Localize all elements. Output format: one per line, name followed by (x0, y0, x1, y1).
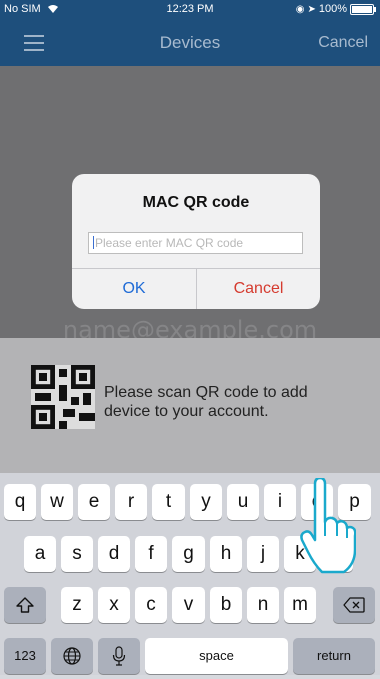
key-f[interactable]: f (135, 536, 167, 572)
qr-code-icon (31, 365, 95, 429)
mac-qr-dialog: MAC QR code Please enter MAC QR code OK … (72, 174, 320, 309)
key-s[interactable]: s (61, 536, 93, 572)
dictation-key[interactable] (98, 638, 140, 674)
location-icon: ◉ (295, 3, 305, 15)
key-a[interactable]: a (24, 536, 56, 572)
ok-button[interactable]: OK (72, 280, 196, 298)
key-y[interactable]: y (190, 484, 222, 520)
status-bar: No SIM 12:23 PM ◉ ➤ 100% (0, 0, 380, 20)
key-c[interactable]: c (135, 587, 167, 623)
globe-key[interactable] (51, 638, 93, 674)
key-r[interactable]: r (115, 484, 147, 520)
globe-icon (63, 647, 81, 665)
arrow-icon: ➤ (307, 3, 316, 15)
microphone-icon (112, 646, 126, 666)
backspace-icon (343, 597, 365, 613)
key-i[interactable]: i (264, 484, 296, 520)
backspace-key[interactable] (333, 587, 375, 623)
key-j[interactable]: j (247, 536, 279, 572)
cancel-button[interactable]: Cancel (197, 280, 320, 298)
key-m[interactable]: m (284, 587, 316, 623)
shift-key[interactable] (4, 587, 46, 623)
key-d[interactable]: d (98, 536, 130, 572)
dialog-title: MAC QR code (142, 194, 250, 211)
key-z[interactable]: z (61, 587, 93, 623)
key-b[interactable]: b (210, 587, 242, 623)
key-w[interactable]: w (41, 484, 73, 520)
key-e[interactable]: e (78, 484, 110, 520)
mac-code-placeholder: Please enter MAC QR code (95, 236, 244, 250)
nav-cancel-button[interactable]: Cancel (318, 34, 368, 52)
text-caret (93, 236, 94, 249)
key-x[interactable]: x (98, 587, 130, 623)
key-n[interactable]: n (247, 587, 279, 623)
key-g[interactable]: g (172, 536, 205, 572)
battery-icon (350, 3, 376, 15)
space-key[interactable]: space (145, 638, 288, 674)
mac-code-input[interactable]: Please enter MAC QR code (88, 232, 303, 254)
key-q[interactable]: q (4, 484, 36, 520)
numbers-key[interactable]: 123 (4, 638, 46, 674)
key-v[interactable]: v (172, 587, 205, 623)
nav-bar: Devices Cancel (0, 20, 380, 66)
return-key[interactable]: return (293, 638, 375, 674)
pointing-hand-icon (300, 478, 356, 574)
key-u[interactable]: u (227, 484, 259, 520)
battery-label: 100% (318, 3, 347, 15)
key-h[interactable]: h (210, 536, 242, 572)
scan-instruction: Please scan QR code to add device to you… (104, 384, 308, 420)
key-t[interactable]: t (152, 484, 185, 520)
shift-icon (16, 597, 34, 613)
